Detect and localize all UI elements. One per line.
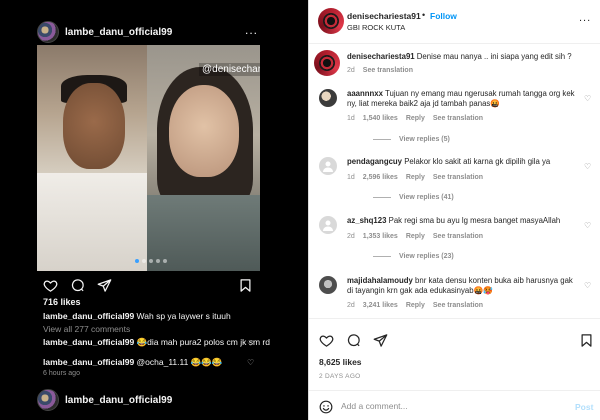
caption-text: Denise mau nanya .. ini siapa yang edit … bbox=[416, 52, 572, 61]
comment-time: 1d bbox=[347, 174, 355, 181]
comment-like-icon[interactable]: ♡ bbox=[584, 94, 591, 103]
post-media[interactable]: @denisecharie bbox=[37, 45, 260, 271]
comment-like-icon[interactable]: ♡ bbox=[247, 358, 254, 367]
comment-icon[interactable] bbox=[70, 278, 85, 293]
caption-text: Wah sp ya laywer s ituuh bbox=[136, 311, 231, 321]
feed-comment: lambe_danu_official99 @ocha_11.11 😂😂😂 bbox=[43, 357, 222, 368]
share-icon[interactable] bbox=[373, 333, 388, 348]
see-translation-link[interactable]: See translation bbox=[433, 233, 483, 240]
feed-likes-count[interactable]: 716 likes bbox=[43, 297, 81, 307]
see-translation-link[interactable]: See translation bbox=[363, 67, 413, 74]
heart-icon[interactable] bbox=[43, 278, 58, 293]
feed-username[interactable]: lambe_danu_official99 bbox=[65, 395, 172, 406]
comment-likes[interactable]: 2,596 likes bbox=[363, 174, 398, 181]
comment-username[interactable]: pendagangcuy bbox=[347, 157, 402, 166]
follow-button[interactable]: Follow bbox=[430, 11, 457, 21]
view-replies-button[interactable]: View replies (5) bbox=[373, 136, 450, 143]
comment-item: az_shq123 Pak regi sma bu ayu lg mesra b… bbox=[309, 216, 600, 266]
feed-avatar[interactable] bbox=[37, 21, 59, 43]
comment-time: 2d bbox=[347, 233, 355, 240]
reply-button[interactable]: Reply bbox=[406, 174, 425, 181]
comment-item: aaannnxx Tujuan ny emang mau ngerusak ru… bbox=[309, 89, 600, 149]
comment-like-icon[interactable]: ♡ bbox=[584, 281, 591, 290]
feed-avatar[interactable] bbox=[37, 389, 59, 411]
commenter-avatar[interactable] bbox=[319, 216, 337, 234]
comment-text: Pelakor klo sakit ati karna gk dipilih g… bbox=[404, 157, 551, 166]
media-watermark: @denisecharie bbox=[199, 63, 260, 76]
add-comment-input[interactable] bbox=[341, 399, 561, 413]
comment-like-icon[interactable]: ♡ bbox=[584, 221, 591, 230]
feed-panel: lambe_danu_official99 ... @denisecharie … bbox=[0, 0, 308, 420]
caption-username[interactable]: lambe_danu_official99 bbox=[43, 311, 134, 321]
media-right-photo bbox=[147, 45, 260, 271]
comment-time: 1d bbox=[347, 115, 355, 122]
comment-item: pendagangcuy Pelakor klo sakit ati karna… bbox=[309, 157, 600, 207]
feed-username[interactable]: lambe_danu_official99 bbox=[65, 27, 172, 38]
divider bbox=[309, 318, 600, 319]
separator-dot: • bbox=[422, 10, 426, 20]
comment-icon[interactable] bbox=[346, 333, 361, 348]
see-translation-link[interactable]: See translation bbox=[433, 115, 483, 122]
post-username[interactable]: denisechariesta91 bbox=[347, 11, 421, 21]
share-icon[interactable] bbox=[97, 278, 112, 293]
reply-button[interactable]: Reply bbox=[406, 233, 425, 240]
comment-username[interactable]: aaannnxx bbox=[347, 89, 383, 98]
comment-item: majidahalamoudy bnr kata densu konten bu… bbox=[309, 276, 600, 316]
post-caption: denisechariesta91 Denise mau nanya .. in… bbox=[309, 50, 600, 82]
post-likes-count[interactable]: 8,625 likes bbox=[319, 357, 362, 367]
default-avatar-icon bbox=[323, 220, 333, 231]
caption-avatar[interactable] bbox=[314, 50, 340, 76]
heart-icon[interactable] bbox=[319, 333, 334, 348]
post-header: denisechariesta91 • Follow GBI ROCK KUTA… bbox=[309, 0, 600, 44]
post-date: 2 DAYS AGO bbox=[319, 373, 361, 380]
feed-post-header: lambe_danu_official99 bbox=[37, 20, 172, 44]
commenter-avatar[interactable] bbox=[319, 157, 337, 175]
view-all-comments[interactable]: View all 277 comments bbox=[43, 324, 130, 334]
comment-username[interactable]: az_shq123 bbox=[347, 216, 386, 225]
comment-text: @ocha_11.11 😂😂😂 bbox=[136, 357, 223, 367]
caption-time: 2d bbox=[347, 67, 355, 74]
view-replies-button[interactable]: View replies (41) bbox=[373, 194, 454, 201]
comment-likes[interactable]: 1,353 likes bbox=[363, 233, 398, 240]
post-location[interactable]: GBI ROCK KUTA bbox=[347, 23, 405, 32]
comment-username[interactable]: majidahalamoudy bbox=[347, 276, 413, 285]
post-actions bbox=[319, 333, 388, 348]
comment-like-icon[interactable]: ♡ bbox=[584, 162, 591, 171]
carousel-dots bbox=[135, 259, 167, 263]
reply-button[interactable]: Reply bbox=[406, 302, 425, 309]
feed-caption: lambe_danu_official99 Wah sp ya laywer s… bbox=[43, 311, 231, 321]
reply-button[interactable]: Reply bbox=[406, 115, 425, 122]
comment-like-icon[interactable]: ♡ bbox=[247, 339, 254, 348]
more-options-icon[interactable]: ... bbox=[245, 23, 258, 37]
view-replies-button[interactable]: View replies (23) bbox=[373, 253, 454, 260]
bookmark-icon[interactable] bbox=[238, 278, 253, 293]
comment-username[interactable]: lambe_danu_official99 bbox=[43, 337, 134, 347]
comment-time: 2d bbox=[347, 302, 355, 309]
caption-username[interactable]: denisechariesta91 bbox=[347, 52, 415, 61]
add-comment-bar: Post bbox=[309, 390, 600, 420]
next-post-header: lambe_danu_official99 bbox=[37, 389, 172, 411]
commenter-avatar[interactable] bbox=[319, 276, 337, 294]
comment-username[interactable]: lambe_danu_official99 bbox=[43, 357, 134, 367]
see-translation-link[interactable]: See translation bbox=[433, 174, 483, 181]
comment-likes[interactable]: 1,540 likes bbox=[363, 115, 398, 122]
post-comment-button[interactable]: Post bbox=[575, 402, 593, 412]
comment-likes[interactable]: 3,241 likes bbox=[363, 302, 398, 309]
bookmark-icon[interactable] bbox=[579, 333, 594, 348]
feed-comment: lambe_danu_official99 😂dia mah pura2 pol… bbox=[43, 337, 270, 348]
commenter-avatar[interactable] bbox=[319, 89, 337, 107]
feed-post-time: 6 hours ago bbox=[43, 370, 80, 377]
default-avatar-icon bbox=[323, 161, 333, 172]
emoji-icon[interactable] bbox=[319, 400, 333, 414]
see-translation-link[interactable]: See translation bbox=[433, 302, 483, 309]
more-options-icon[interactable]: ... bbox=[579, 12, 591, 24]
post-detail-panel: denisechariesta91 • Follow GBI ROCK KUTA… bbox=[308, 0, 600, 420]
media-left-photo bbox=[37, 45, 147, 271]
feed-actions bbox=[43, 278, 112, 293]
profile-avatar[interactable] bbox=[318, 8, 344, 34]
comment-text: Pak regi sma bu ayu lg mesra banget masy… bbox=[388, 216, 561, 225]
